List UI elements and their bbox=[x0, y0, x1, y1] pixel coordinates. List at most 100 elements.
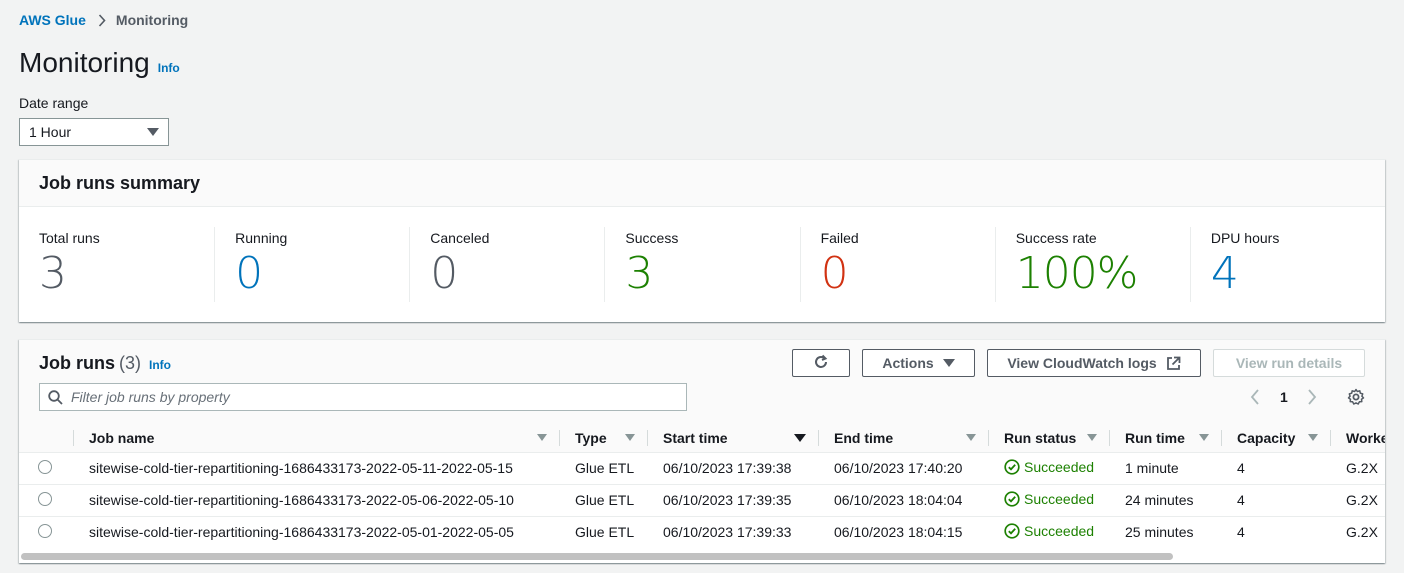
date-range-select[interactable]: 1 Hour bbox=[19, 118, 169, 146]
column-header-run-status[interactable]: Run status bbox=[988, 424, 1109, 453]
row-radio-button[interactable] bbox=[38, 459, 52, 474]
cell-runtime: 25 minutes bbox=[1125, 524, 1194, 541]
metric-value: 3 bbox=[625, 248, 653, 299]
column-header-label: Capacity bbox=[1237, 429, 1296, 446]
column-header-run-time[interactable]: Run time bbox=[1109, 424, 1221, 453]
cell-end: 06/10/2023 18:04:04 bbox=[818, 484, 988, 517]
view-cloudwatch-logs-button[interactable]: View CloudWatch logs bbox=[987, 349, 1201, 377]
date-range-label: Date range bbox=[19, 95, 89, 111]
page-info-link[interactable]: Info bbox=[158, 61, 180, 75]
date-range-value: 1 Hour bbox=[29, 124, 72, 140]
cell-name[interactable]: sitewise-cold-tier-repartitioning-168643… bbox=[73, 484, 559, 517]
page-title: Monitoring bbox=[19, 47, 150, 78]
breadcrumb-current: Monitoring bbox=[115, 12, 189, 28]
metric-value: 0 bbox=[820, 248, 849, 299]
row-select-cell bbox=[19, 452, 73, 485]
job-runs-title: Job runs bbox=[39, 353, 116, 373]
cell-capacity: 4 bbox=[1237, 524, 1245, 541]
caret-down-icon bbox=[942, 359, 955, 367]
filter-job-runs[interactable] bbox=[39, 383, 687, 411]
summary-metrics: Total runs 3 Running 0 Canceled 0 Success 3 Fail… bbox=[19, 207, 1385, 302]
metric-running: Running 0 bbox=[214, 227, 409, 302]
column-header-label: End time bbox=[834, 429, 894, 446]
cell-run-status: Succeeded bbox=[988, 452, 1109, 485]
job-runs-summary-panel: Job runs summary Total runs 3 Running 0 Canc… bbox=[19, 159, 1385, 322]
metric-label: Running bbox=[235, 230, 288, 246]
metric-value: 3 bbox=[39, 248, 67, 299]
table-row[interactable]: sitewise-cold-tier-repartitioning-168643… bbox=[19, 484, 1385, 517]
refresh-icon bbox=[813, 354, 829, 373]
column-header-worker[interactable]: Worker bbox=[1330, 424, 1385, 453]
summary-title: Job runs summary bbox=[19, 160, 1385, 207]
sort-caret-icon bbox=[966, 434, 976, 441]
previous-page-icon[interactable] bbox=[1250, 389, 1260, 405]
metric-canceled: Canceled 0 bbox=[409, 227, 604, 302]
column-divider bbox=[73, 430, 74, 446]
cell-type: Glue ETL bbox=[559, 452, 647, 485]
view-cloudwatch-logs-label: View CloudWatch logs bbox=[1007, 355, 1157, 371]
column-divider bbox=[647, 430, 648, 446]
table-header-row: Job name Type Start time End time Run status… bbox=[19, 424, 1385, 453]
breadcrumb-aws-glue-link[interactable]: AWS Glue bbox=[19, 12, 86, 28]
cell-runtime: 1 minute bbox=[1109, 452, 1221, 485]
sort-caret-icon bbox=[1087, 434, 1097, 441]
refresh-button[interactable] bbox=[792, 349, 850, 377]
view-run-details-button[interactable]: View run details bbox=[1213, 349, 1365, 377]
status-indicator: Succeeded bbox=[1004, 523, 1094, 539]
metric-value: 100% bbox=[1015, 248, 1139, 299]
column-header-type[interactable]: Type bbox=[559, 424, 647, 453]
column-header-end-time[interactable]: End time bbox=[818, 424, 988, 453]
gear-icon[interactable] bbox=[1347, 388, 1365, 406]
cell-worker: G.2X bbox=[1346, 524, 1378, 541]
cell-type: Glue ETL bbox=[559, 484, 647, 517]
job-runs-info-link[interactable]: Info bbox=[149, 358, 171, 372]
status-text: Succeeded bbox=[1024, 458, 1095, 475]
search-icon bbox=[48, 389, 63, 405]
success-check-icon bbox=[1004, 523, 1020, 539]
row-radio-button[interactable] bbox=[38, 523, 52, 538]
cell-worker: G.2X bbox=[1330, 484, 1385, 517]
column-divider bbox=[1330, 430, 1331, 446]
sort-caret-icon bbox=[537, 434, 547, 441]
sort-caret-icon bbox=[794, 434, 806, 442]
current-page[interactable]: 1 bbox=[1280, 389, 1288, 405]
column-header-label: Job name bbox=[89, 429, 155, 446]
table-row[interactable]: sitewise-cold-tier-repartitioning-168643… bbox=[19, 516, 1385, 548]
column-header-start-time[interactable]: Start time bbox=[647, 424, 818, 453]
row-select-cell bbox=[19, 484, 73, 517]
cell-name[interactable]: sitewise-cold-tier-repartitioning-168643… bbox=[73, 516, 559, 548]
column-header-label: Worker bbox=[1346, 429, 1385, 446]
metric-label: Total runs bbox=[39, 230, 100, 246]
cell-start: 06/10/2023 17:39:35 bbox=[647, 484, 818, 517]
page-title-row: Monitoring Info bbox=[19, 47, 180, 79]
column-header-capacity[interactable]: Capacity bbox=[1221, 424, 1330, 453]
row-radio-button[interactable] bbox=[38, 491, 52, 506]
filter-input[interactable] bbox=[71, 389, 651, 405]
scrollbar-thumb[interactable] bbox=[21, 553, 1173, 560]
cell-capacity: 4 bbox=[1221, 452, 1330, 485]
cell-start: 06/10/2023 17:39:38 bbox=[647, 452, 818, 485]
actions-button-label: Actions bbox=[882, 355, 934, 371]
column-divider bbox=[988, 430, 989, 446]
cell-end: 06/10/2023 18:04:15 bbox=[834, 524, 963, 541]
metric-success-rate: Success rate 100% bbox=[994, 227, 1190, 302]
metric-failed: Failed 0 bbox=[799, 227, 995, 302]
status-indicator: Succeeded bbox=[1004, 491, 1094, 507]
cell-name[interactable]: sitewise-cold-tier-repartitioning-168643… bbox=[73, 452, 559, 485]
table-row[interactable]: sitewise-cold-tier-repartitioning-168643… bbox=[19, 452, 1385, 485]
next-page-icon[interactable] bbox=[1307, 389, 1317, 405]
caret-down-icon bbox=[147, 128, 159, 136]
actions-button[interactable]: Actions bbox=[862, 349, 975, 377]
cell-end: 06/10/2023 17:40:20 bbox=[818, 452, 988, 485]
column-divider bbox=[1109, 430, 1110, 446]
column-header-job-name[interactable]: Job name bbox=[73, 424, 559, 453]
column-header-label: Run status bbox=[1004, 429, 1077, 446]
row-select-cell bbox=[19, 516, 73, 548]
cell-capacity: 4 bbox=[1221, 484, 1330, 517]
horizontal-scrollbar[interactable] bbox=[19, 551, 1385, 561]
job-runs-header: Job runs (3) Info Actions View CloudWatc… bbox=[19, 340, 1385, 424]
column-header-label: Type bbox=[575, 429, 607, 446]
status-text: Succeeded bbox=[1024, 522, 1095, 539]
sort-caret-icon bbox=[625, 434, 635, 441]
breadcrumb: AWS Glue Monitoring bbox=[19, 12, 188, 28]
